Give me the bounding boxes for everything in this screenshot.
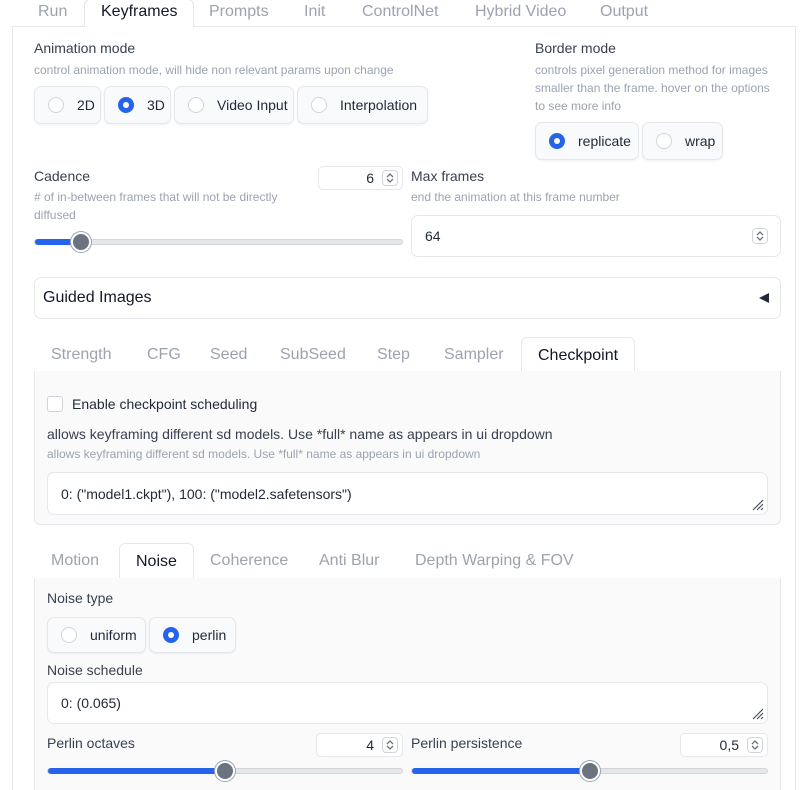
radio-selected-icon bbox=[549, 133, 565, 149]
spinner-icon[interactable] bbox=[747, 737, 763, 753]
noise-type-option-uniform[interactable]: uniform bbox=[47, 617, 146, 653]
max-frames-label: Max frames bbox=[411, 168, 485, 184]
radio-icon bbox=[48, 97, 64, 113]
spinner-icon[interactable] bbox=[382, 170, 398, 186]
noise-type-option-perlin[interactable]: perlin bbox=[149, 617, 236, 653]
tab-anti-blur[interactable]: Anti Blur bbox=[319, 543, 379, 579]
tab-sampler[interactable]: Sampler bbox=[444, 337, 504, 373]
tab-checkpoint[interactable]: Checkpoint bbox=[521, 337, 636, 373]
perlin-octaves-label: Perlin octaves bbox=[47, 735, 135, 751]
animation-mode-option-3d[interactable]: 3D bbox=[104, 86, 171, 124]
triangle-left-icon bbox=[759, 293, 769, 303]
checkpoint-heading: allows keyframing different sd models. U… bbox=[47, 426, 553, 442]
option-label: 3D bbox=[147, 97, 165, 113]
noise-type-label: Noise type bbox=[47, 590, 114, 606]
guided-images-accordion[interactable]: Guided Images bbox=[34, 277, 781, 319]
spinner-icon[interactable] bbox=[382, 737, 398, 753]
tab-init[interactable]: Init bbox=[304, 0, 325, 27]
perlin-octaves-slider-fill bbox=[48, 768, 225, 774]
cadence-value: 6 bbox=[366, 170, 374, 186]
tab-cfg[interactable]: CFG bbox=[147, 337, 181, 373]
animation-mode-info: control animation mode, will hide non re… bbox=[34, 63, 394, 77]
max-frames-info: end the animation at this frame number bbox=[411, 190, 620, 204]
max-frames-input[interactable]: 64 bbox=[411, 215, 781, 257]
noise-schedule-label: Noise schedule bbox=[47, 662, 143, 678]
cadence-slider-thumb[interactable] bbox=[71, 232, 91, 252]
enable-checkpoint-label: Enable checkpoint scheduling bbox=[72, 396, 258, 412]
cadence-slider[interactable] bbox=[34, 232, 403, 252]
enable-checkpoint-checkbox[interactable] bbox=[47, 396, 63, 412]
tab-prompts[interactable]: Prompts bbox=[209, 0, 269, 27]
option-label: Interpolation bbox=[340, 97, 418, 113]
tab-subseed[interactable]: SubSeed bbox=[280, 337, 346, 373]
border-mode-option-replicate[interactable]: replicate bbox=[535, 122, 639, 160]
checkpoint-schedule-value: 0: ("model1.ckpt"), 100: ("model2.safete… bbox=[61, 485, 352, 502]
tab-run[interactable]: Run bbox=[38, 0, 67, 27]
radio-icon bbox=[61, 627, 77, 643]
perlin-octaves-number-input[interactable]: 4 bbox=[316, 733, 403, 757]
radio-icon bbox=[188, 97, 204, 113]
tab-controlnet[interactable]: ControlNet bbox=[362, 0, 438, 27]
tab-seed[interactable]: Seed bbox=[210, 337, 247, 373]
option-label: wrap bbox=[685, 133, 716, 149]
perlin-persistence-value: 0,5 bbox=[719, 737, 739, 753]
resize-handle-icon[interactable] bbox=[750, 497, 764, 511]
radio-icon bbox=[311, 97, 327, 113]
perlin-persistence-slider[interactable] bbox=[411, 761, 768, 781]
cadence-info-1: # of in-between frames that will not be … bbox=[34, 190, 278, 204]
noise-schedule-value: 0: (0.065) bbox=[61, 695, 121, 711]
border-mode-info-3: to see more info bbox=[535, 99, 622, 113]
radio-icon bbox=[656, 133, 672, 149]
perlin-octaves-slider-thumb[interactable] bbox=[215, 761, 235, 781]
tab-output[interactable]: Output bbox=[600, 0, 648, 27]
perlin-octaves-value: 4 bbox=[366, 737, 374, 753]
perlin-persistence-label: Perlin persistence bbox=[411, 735, 523, 751]
border-mode-info-1: controls pixel generation method for ima… bbox=[535, 63, 768, 77]
tab-depth-warping-fov[interactable]: Depth Warping & FOV bbox=[415, 543, 574, 579]
tab-noise[interactable]: Noise bbox=[119, 543, 194, 579]
cadence-label: Cadence bbox=[34, 168, 91, 184]
animation-mode-option-video-input[interactable]: Video Input bbox=[174, 86, 294, 124]
max-frames-value: 64 bbox=[425, 228, 441, 244]
animation-mode-label: Animation mode bbox=[34, 40, 136, 56]
tab-step[interactable]: Step bbox=[377, 337, 410, 373]
option-label: 2D bbox=[77, 97, 95, 113]
tab-coherence[interactable]: Coherence bbox=[210, 543, 288, 579]
resize-handle-icon[interactable] bbox=[750, 706, 764, 720]
radio-selected-icon bbox=[163, 627, 179, 643]
tab-motion[interactable]: Motion bbox=[51, 543, 99, 579]
option-label: uniform bbox=[90, 627, 137, 643]
option-label: Video Input bbox=[217, 97, 288, 113]
tab-hybrid-video[interactable]: Hybrid Video bbox=[475, 0, 566, 27]
checkpoint-schedule-textarea[interactable]: 0: ("model1.ckpt"), 100: ("model2.safete… bbox=[47, 472, 768, 515]
top-tab-bar: Run Keyframes Prompts Init ControlNet Hy… bbox=[12, 0, 796, 28]
cadence-number-input[interactable]: 6 bbox=[318, 166, 403, 190]
tab-strength[interactable]: Strength bbox=[51, 337, 111, 373]
perlin-octaves-slider[interactable] bbox=[47, 761, 403, 781]
animation-mode-option-2d[interactable]: 2D bbox=[34, 86, 101, 124]
cadence-info-2: diffused bbox=[34, 208, 76, 222]
checkpoint-info: allows keyframing different sd models. U… bbox=[47, 447, 481, 461]
border-mode-option-wrap[interactable]: wrap bbox=[642, 122, 723, 160]
option-label: perlin bbox=[192, 627, 227, 643]
guided-images-label: Guided Images bbox=[43, 289, 152, 306]
perlin-persistence-slider-fill bbox=[412, 768, 590, 774]
spinner-icon[interactable] bbox=[752, 228, 768, 244]
border-mode-info-2: smaller than the frame. hover on the opt… bbox=[535, 81, 770, 95]
noise-schedule-textarea[interactable]: 0: (0.065) bbox=[47, 682, 768, 724]
border-mode-label: Border mode bbox=[535, 40, 616, 56]
animation-mode-option-interpolation[interactable]: Interpolation bbox=[297, 86, 428, 124]
radio-selected-icon bbox=[118, 97, 134, 113]
perlin-persistence-number-input[interactable]: 0,5 bbox=[680, 733, 768, 757]
option-label: replicate bbox=[578, 133, 631, 149]
perlin-persistence-slider-thumb[interactable] bbox=[580, 761, 600, 781]
tab-keyframes[interactable]: Keyframes bbox=[84, 0, 195, 28]
